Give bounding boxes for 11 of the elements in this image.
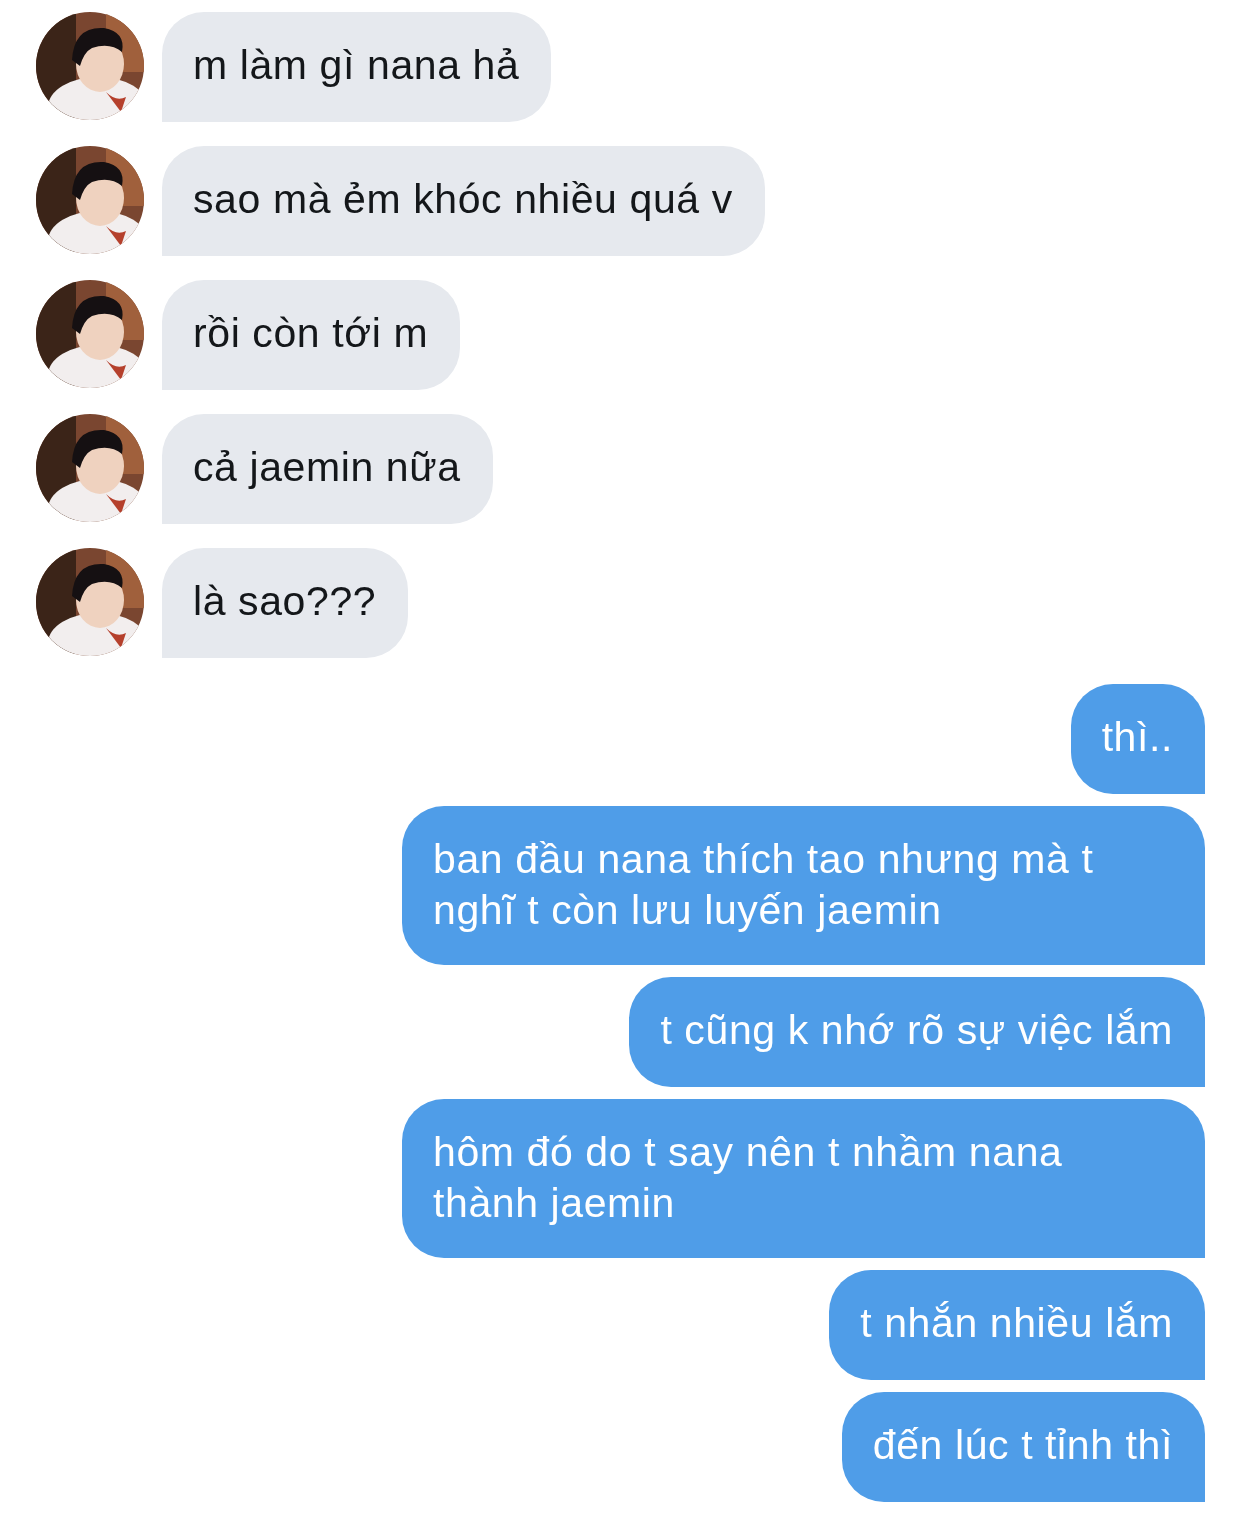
message-bubble: đến lúc t tỉnh thì — [841, 1392, 1205, 1502]
message-bubble: m làm gì nana hả — [162, 12, 552, 122]
message-bubble: rồi còn tới m — [162, 280, 461, 390]
message-bubble: t nhắn nhiều lắm — [829, 1270, 1205, 1380]
message-bubble: t cũng k nhớ rõ sự việc lắm — [629, 977, 1205, 1087]
message-bubble: là sao??? — [162, 548, 409, 658]
message-bubble: thì.. — [1070, 684, 1205, 794]
message-bubble: cả jaemin nữa — [162, 414, 493, 524]
message-bubble: sao mà ẻm khóc nhiều quá v — [162, 146, 765, 256]
message-bubble: ban đầu nana thích tao nhưng mà t nghĩ t còn lưu luyến jaemin — [402, 806, 1205, 965]
message-bubble: hôm đó do t say nên t nhầm nana thành jaemin — [402, 1099, 1205, 1258]
